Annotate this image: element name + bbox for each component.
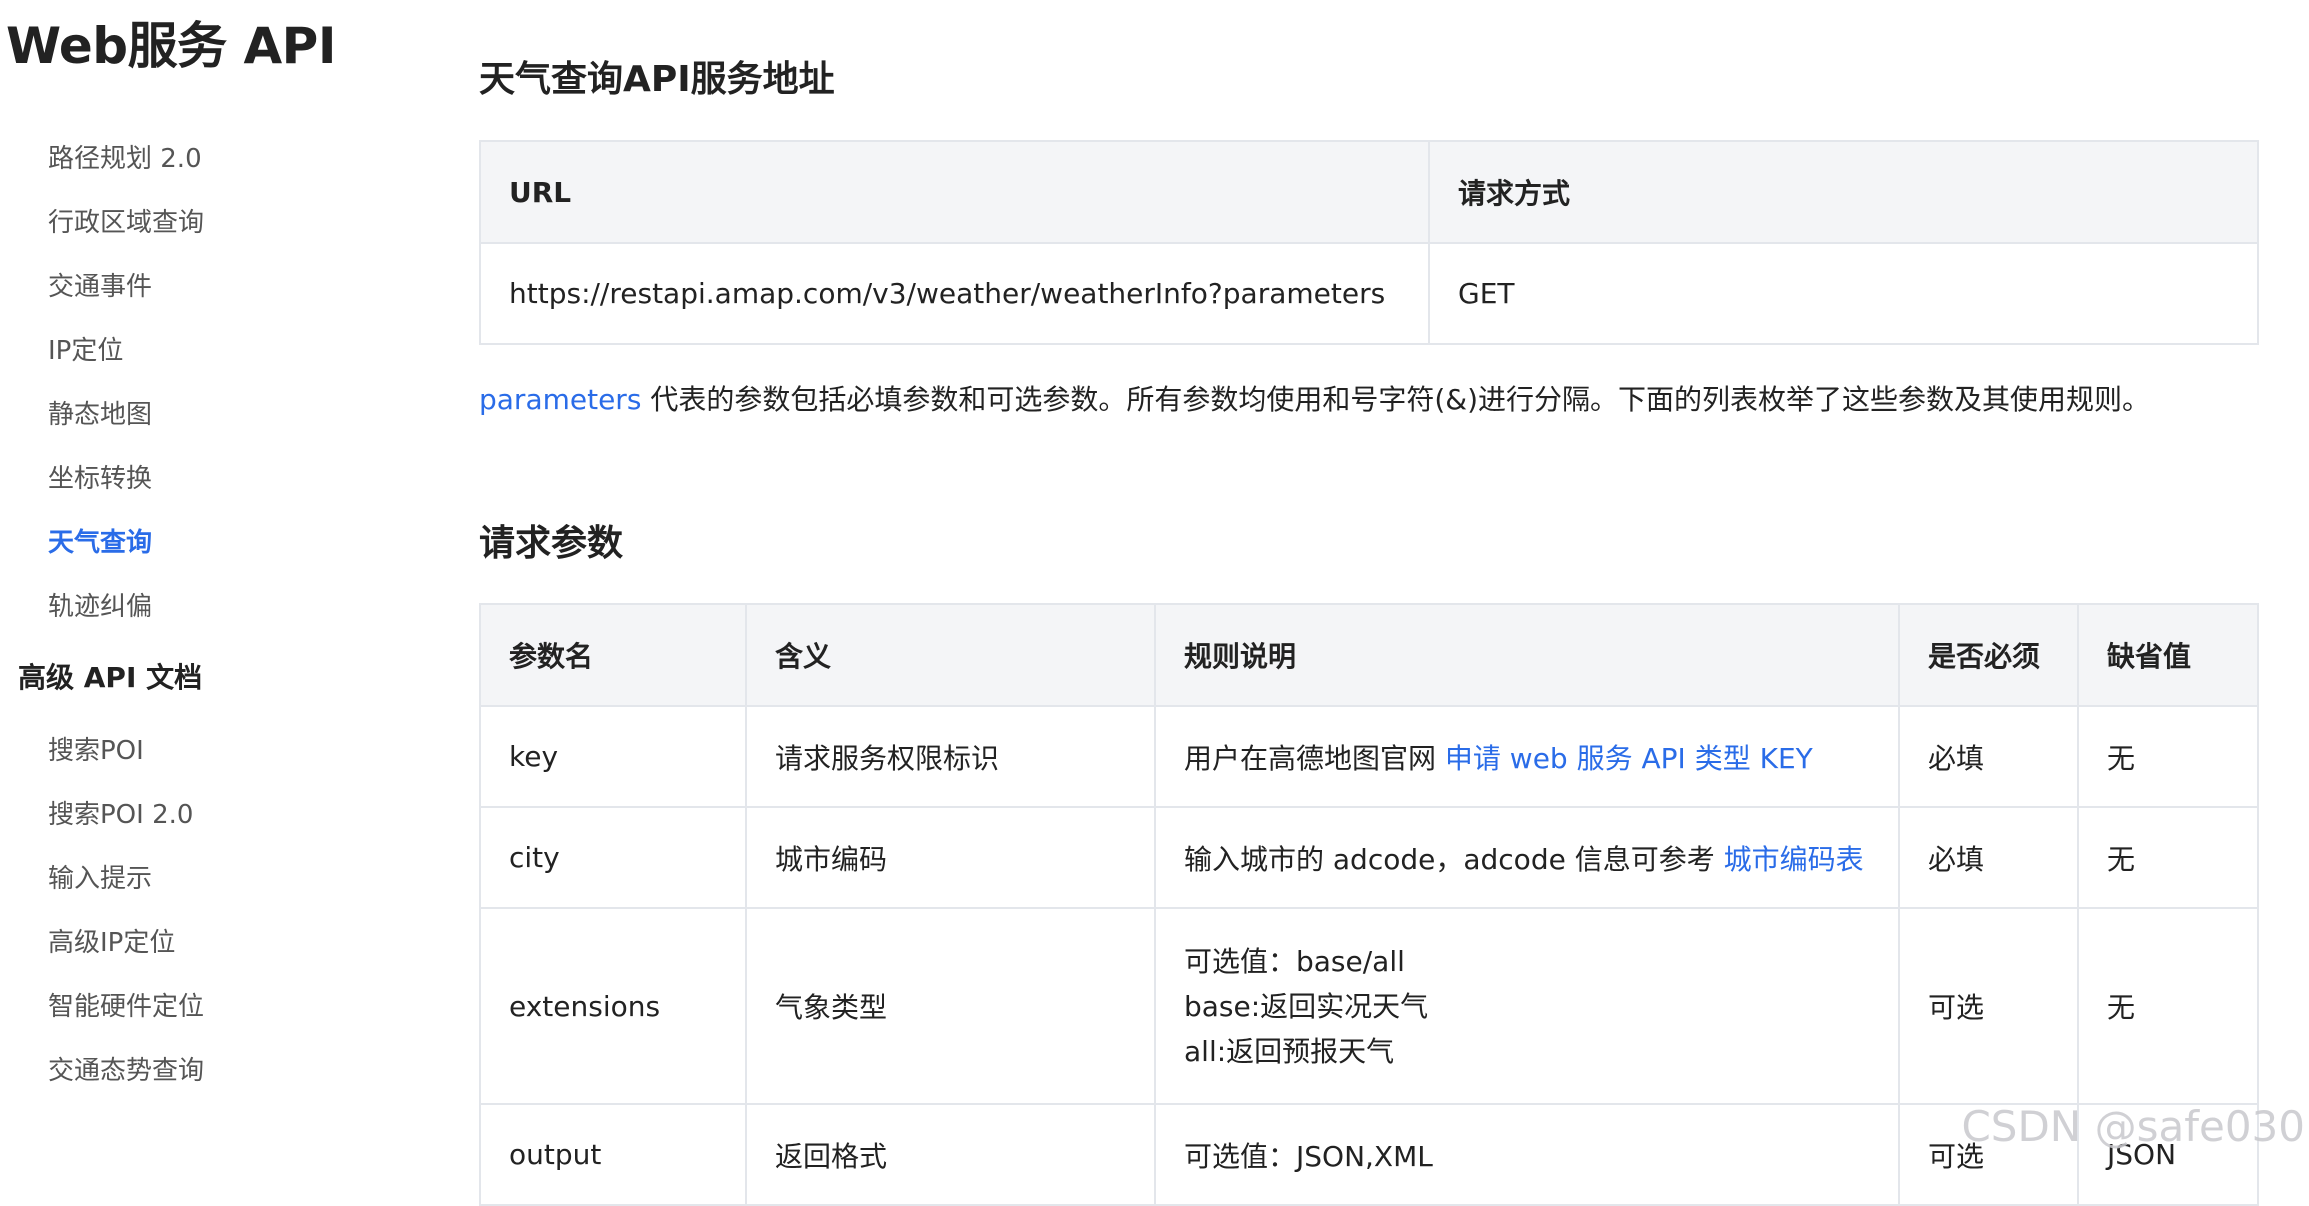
sidebar-item-static-map[interactable]: 静态地图 xyxy=(48,394,152,431)
table-row: https://restapi.amap.com/v3/weather/weat… xyxy=(479,242,2259,345)
service-method: GET xyxy=(1428,242,2259,345)
parameters-link[interactable]: parameters xyxy=(479,383,641,416)
column-header-param-name: 参数名 xyxy=(479,603,747,707)
sidebar-item-advanced-ip[interactable]: 高级IP定位 xyxy=(48,922,175,959)
apply-key-link[interactable]: 申请 web 服务 API 类型 KEY xyxy=(1445,742,1813,775)
param-required: 必填 xyxy=(1898,806,2079,909)
service-url: https://restapi.amap.com/v3/weather/weat… xyxy=(479,242,1430,345)
parameters-description: parameters 代表的参数包括必填参数和可选参数。所有参数均使用和号字符(… xyxy=(479,378,2150,418)
param-rule: 可选值：base/all base:返回实况天气 all:返回预报天气 xyxy=(1154,907,1900,1105)
site-title: Web服务 API xyxy=(6,17,336,75)
table-header-row: 参数名 含义 规则说明 是否必须 缺省值 xyxy=(479,603,2259,707)
rule-text: 输入城市的 adcode，adcode 信息可参考 xyxy=(1184,842,1724,876)
sidebar-item-traffic-events[interactable]: 交通事件 xyxy=(48,266,152,303)
sidebar-section-advanced[interactable]: 高级 API 文档 xyxy=(18,656,202,696)
sidebar-item-input-tips[interactable]: 输入提示 xyxy=(48,858,152,895)
param-default: 无 xyxy=(2077,705,2259,808)
sidebar-item-weather-query[interactable]: 天气查询 xyxy=(48,522,152,559)
param-required: 必填 xyxy=(1898,705,2079,808)
service-table: URL 请求方式 https://restapi.amap.com/v3/wea… xyxy=(479,140,2259,345)
column-header-required: 是否必须 xyxy=(1898,603,2079,707)
param-default: 无 xyxy=(2077,806,2259,909)
param-meaning: 城市编码 xyxy=(745,806,1156,909)
param-rule: 可选值：JSON,XML xyxy=(1154,1103,1900,1206)
column-header-meaning: 含义 xyxy=(745,603,1156,707)
sidebar-item-route-planning[interactable]: 路径规划 2.0 xyxy=(48,138,202,175)
param-name: city xyxy=(479,806,747,909)
rule-line: 可选值：base/all xyxy=(1184,944,1405,978)
param-rule: 用户在高德地图官网 申请 web 服务 API 类型 KEY xyxy=(1154,705,1900,808)
sidebar-item-search-poi[interactable]: 搜索POI xyxy=(48,730,144,767)
params-heading: 请求参数 xyxy=(479,523,624,564)
sidebar-item-track-correction[interactable]: 轨迹纠偏 xyxy=(48,586,152,623)
param-name: key xyxy=(479,705,747,808)
param-default: 无 xyxy=(2077,907,2259,1105)
rule-text: 用户在高德地图官网 xyxy=(1184,741,1445,775)
param-meaning: 返回格式 xyxy=(745,1103,1156,1206)
rule-line: all:返回预报天气 xyxy=(1184,1034,1395,1068)
column-header-method: 请求方式 xyxy=(1428,140,2259,244)
sidebar-item-smart-hardware[interactable]: 智能硬件定位 xyxy=(48,986,204,1023)
param-meaning: 气象类型 xyxy=(745,907,1156,1105)
sidebar-item-district-query[interactable]: 行政区域查询 xyxy=(48,202,204,239)
table-row: extensions 气象类型 可选值：base/all base:返回实况天气… xyxy=(479,907,2259,1105)
sidebar-item-coordinate-convert[interactable]: 坐标转换 xyxy=(48,458,152,495)
watermark: CSDN @safe030 xyxy=(1961,1102,2305,1151)
column-header-default: 缺省值 xyxy=(2077,603,2259,707)
table-row: city 城市编码 输入城市的 adcode，adcode 信息可参考 城市编码… xyxy=(479,806,2259,909)
rule-line: base:返回实况天气 xyxy=(1184,989,1429,1023)
service-heading: 天气查询API服务地址 xyxy=(479,59,835,100)
param-required: 可选 xyxy=(1898,907,2079,1105)
param-meaning: 请求服务权限标识 xyxy=(745,705,1156,808)
table-row: key 请求服务权限标识 用户在高德地图官网 申请 web 服务 API 类型 … xyxy=(479,705,2259,808)
param-name: output xyxy=(479,1103,747,1206)
table-header-row: URL 请求方式 xyxy=(479,140,2259,244)
sidebar-item-search-poi-2[interactable]: 搜索POI 2.0 xyxy=(48,794,193,831)
sidebar-item-traffic-status[interactable]: 交通态势查询 xyxy=(48,1050,204,1087)
column-header-rule: 规则说明 xyxy=(1154,603,1900,707)
city-code-table-link[interactable]: 城市编码表 xyxy=(1724,843,1864,876)
column-header-url: URL xyxy=(479,140,1430,244)
param-name: extensions xyxy=(479,907,747,1105)
sidebar: Web服务 API 路径规划 2.0 行政区域查询 交通事件 IP定位 静态地图… xyxy=(0,0,420,1169)
param-rule: 输入城市的 adcode，adcode 信息可参考 城市编码表 xyxy=(1154,806,1900,909)
parameters-text: 代表的参数包括必填参数和可选参数。所有参数均使用和号字符(&)进行分隔。下面的列… xyxy=(641,383,2151,416)
sidebar-item-ip-location[interactable]: IP定位 xyxy=(48,330,123,367)
